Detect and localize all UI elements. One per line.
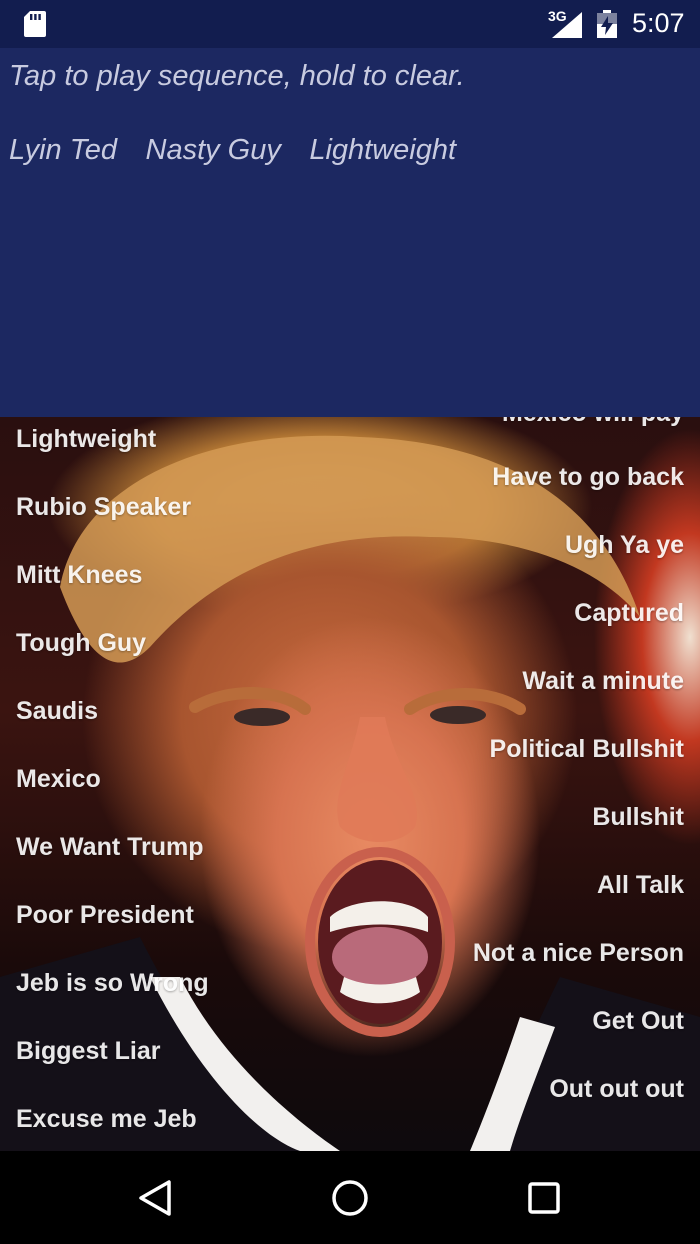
sound-button-we-want-trump[interactable]: We Want Trump (16, 833, 204, 862)
sd-card-icon (24, 11, 46, 37)
sequence-item[interactable]: Lyin Ted (9, 134, 117, 167)
sound-button-bullshit[interactable]: Bullshit (592, 803, 684, 832)
sound-button-lightweight[interactable]: Lightweight (16, 425, 156, 454)
sound-button-political-bullshit[interactable]: Political Bullshit (490, 735, 684, 764)
battery-charging-icon (597, 10, 617, 38)
status-bar: 3G 5:07 (0, 0, 700, 48)
instructions-text: Tap to play sequence, hold to clear. (9, 60, 465, 92)
sound-button-out-out-out[interactable]: Out out out (549, 1075, 684, 1104)
sound-button-mitt-knees[interactable]: Mitt Knees (16, 561, 142, 590)
navigation-bar (0, 1151, 700, 1244)
clock: 5:07 (632, 8, 685, 38)
sequence-item[interactable]: Lightweight (309, 134, 456, 167)
sequence-item[interactable]: Nasty Guy (146, 134, 281, 167)
sound-button-wait-a-minute[interactable]: Wait a minute (522, 667, 684, 696)
sound-button-have-to-go-back[interactable]: Have to go back (492, 463, 684, 492)
sound-button-biggest-liar[interactable]: Biggest Liar (16, 1037, 160, 1066)
sound-button-poor-president[interactable]: Poor President (16, 901, 194, 930)
home-icon[interactable] (327, 1175, 373, 1221)
sound-button-mexico-will-pay[interactable]: Mexico will pay (502, 417, 684, 428)
sound-button-saudis[interactable]: Saudis (16, 697, 98, 726)
sound-button-tough-guy[interactable]: Tough Guy (16, 629, 146, 658)
soundboard-photo: Lightweight Rubio Speaker Mitt Knees Tou… (0, 417, 700, 1151)
sound-button-excuse-me-jeb[interactable]: Excuse me Jeb (16, 1105, 197, 1134)
sound-button-rubio-speaker[interactable]: Rubio Speaker (16, 493, 191, 522)
sound-button-mexico[interactable]: Mexico (16, 765, 101, 794)
sound-button-captured[interactable]: Captured (574, 599, 684, 628)
signal-icon (552, 12, 582, 38)
back-icon[interactable] (133, 1175, 179, 1221)
sound-button-all-talk[interactable]: All Talk (597, 871, 684, 900)
sound-button-jeb-is-so-wrong[interactable]: Jeb is so Wrong (16, 969, 209, 998)
sound-button-ugh-ya-ye[interactable]: Ugh Ya ye (565, 531, 684, 560)
sequence-panel[interactable]: Tap to play sequence, hold to clear. Lyi… (0, 48, 700, 417)
sound-button-not-a-nice-person[interactable]: Not a nice Person (473, 939, 684, 968)
sequence-list[interactable]: Lyin Ted Nasty Guy Lightweight (9, 134, 480, 167)
recents-icon[interactable] (521, 1175, 567, 1221)
sound-button-get-out[interactable]: Get Out (592, 1007, 684, 1036)
